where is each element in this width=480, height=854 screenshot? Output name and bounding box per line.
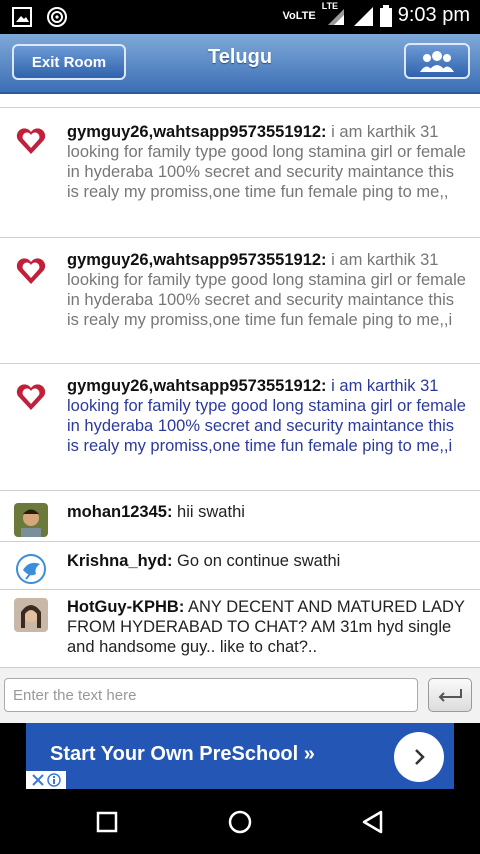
message-text: gymguy26,wahtsapp9573551912: i am karthi… [67, 376, 466, 456]
message-text: HotGuy-KPHB: ANY DECENT AND MATURED LADY… [67, 597, 466, 657]
heart-avatar-icon [16, 384, 46, 410]
message-username: Krishna_hyd: [67, 552, 173, 570]
message-text: gymguy26,wahtsapp9573551912: i am karthi… [67, 250, 466, 330]
chat-message: gymguy26,wahtsapp9573551912: i am karthi… [0, 108, 480, 238]
message-body: hii swathi [172, 503, 245, 521]
home-button[interactable] [225, 807, 255, 837]
close-icon[interactable] [31, 773, 45, 787]
clock: 9:03 pm [397, 4, 470, 26]
photo-avatar-icon [14, 598, 48, 632]
message-body: Go on continue swathi [172, 552, 341, 570]
volte-label: VoLTE [282, 9, 316, 22]
message-compose-bar [0, 667, 480, 724]
square-icon [96, 811, 118, 833]
system-nav-bar [0, 789, 480, 854]
chevron-right-icon [415, 749, 425, 765]
chat-message: gymguy26,wahtsapp9573551912: i am karthi… [0, 364, 480, 491]
signal-icon [353, 6, 373, 26]
message-username: HotGuy-KPHB: [67, 598, 185, 616]
ad-controls[interactable] [26, 771, 66, 789]
ad-open-button[interactable] [394, 732, 444, 782]
message-username: gymguy26,wahtsapp9573551912: [67, 377, 327, 395]
people-icon [420, 51, 454, 72]
send-button[interactable] [428, 678, 472, 712]
battery-icon [379, 4, 392, 27]
heart-avatar-icon [16, 128, 46, 154]
ad-banner[interactable]: Start Your Own PreSchool » [0, 723, 480, 789]
app-header: Exit Room Telugu [0, 34, 480, 94]
message-username: gymguy26,wahtsapp9573551912: [67, 123, 327, 141]
lte-signal-icon: LTE [322, 1, 346, 27]
chat-message: HotGuy-KPHB: ANY DECENT AND MATURED LADY… [0, 590, 480, 667]
status-bar: VoLTE LTE 9:03 pm [0, 0, 480, 34]
ad-text: Start Your Own PreSchool » [50, 743, 315, 765]
chat-message: gymguy26,wahtsapp9573551912: i am karthi… [0, 238, 480, 364]
gallery-icon [12, 7, 32, 27]
back-button[interactable] [358, 807, 388, 837]
photo-avatar-icon [14, 503, 48, 537]
back-triangle-icon [362, 810, 383, 834]
chat-message: Krishna_hyd: Go on continue swathi [0, 542, 480, 590]
recent-apps-button[interactable] [92, 807, 122, 837]
message-text: Krishna_hyd: Go on continue swathi [67, 551, 466, 571]
ad-content[interactable]: Start Your Own PreSchool » [26, 723, 454, 789]
bird-avatar-icon [16, 554, 46, 584]
partial-message-row [0, 93, 480, 108]
message-text: mohan12345: hii swathi [67, 502, 466, 522]
chat-message-list[interactable]: gymguy26,wahtsapp9573551912: i am karthi… [0, 93, 480, 667]
room-members-button[interactable] [404, 43, 470, 79]
hotspot-icon [47, 7, 67, 27]
circle-icon [228, 810, 252, 834]
message-text: gymguy26,wahtsapp9573551912: i am karthi… [67, 122, 466, 202]
message-input[interactable] [4, 678, 418, 712]
chat-message: mohan12345: hii swathi [0, 491, 480, 542]
message-username: mohan12345: [67, 503, 173, 521]
message-username: gymguy26,wahtsapp9573551912: [67, 251, 327, 269]
heart-avatar-icon [16, 258, 46, 284]
enter-arrow-icon [438, 689, 462, 702]
info-icon[interactable] [47, 773, 61, 787]
